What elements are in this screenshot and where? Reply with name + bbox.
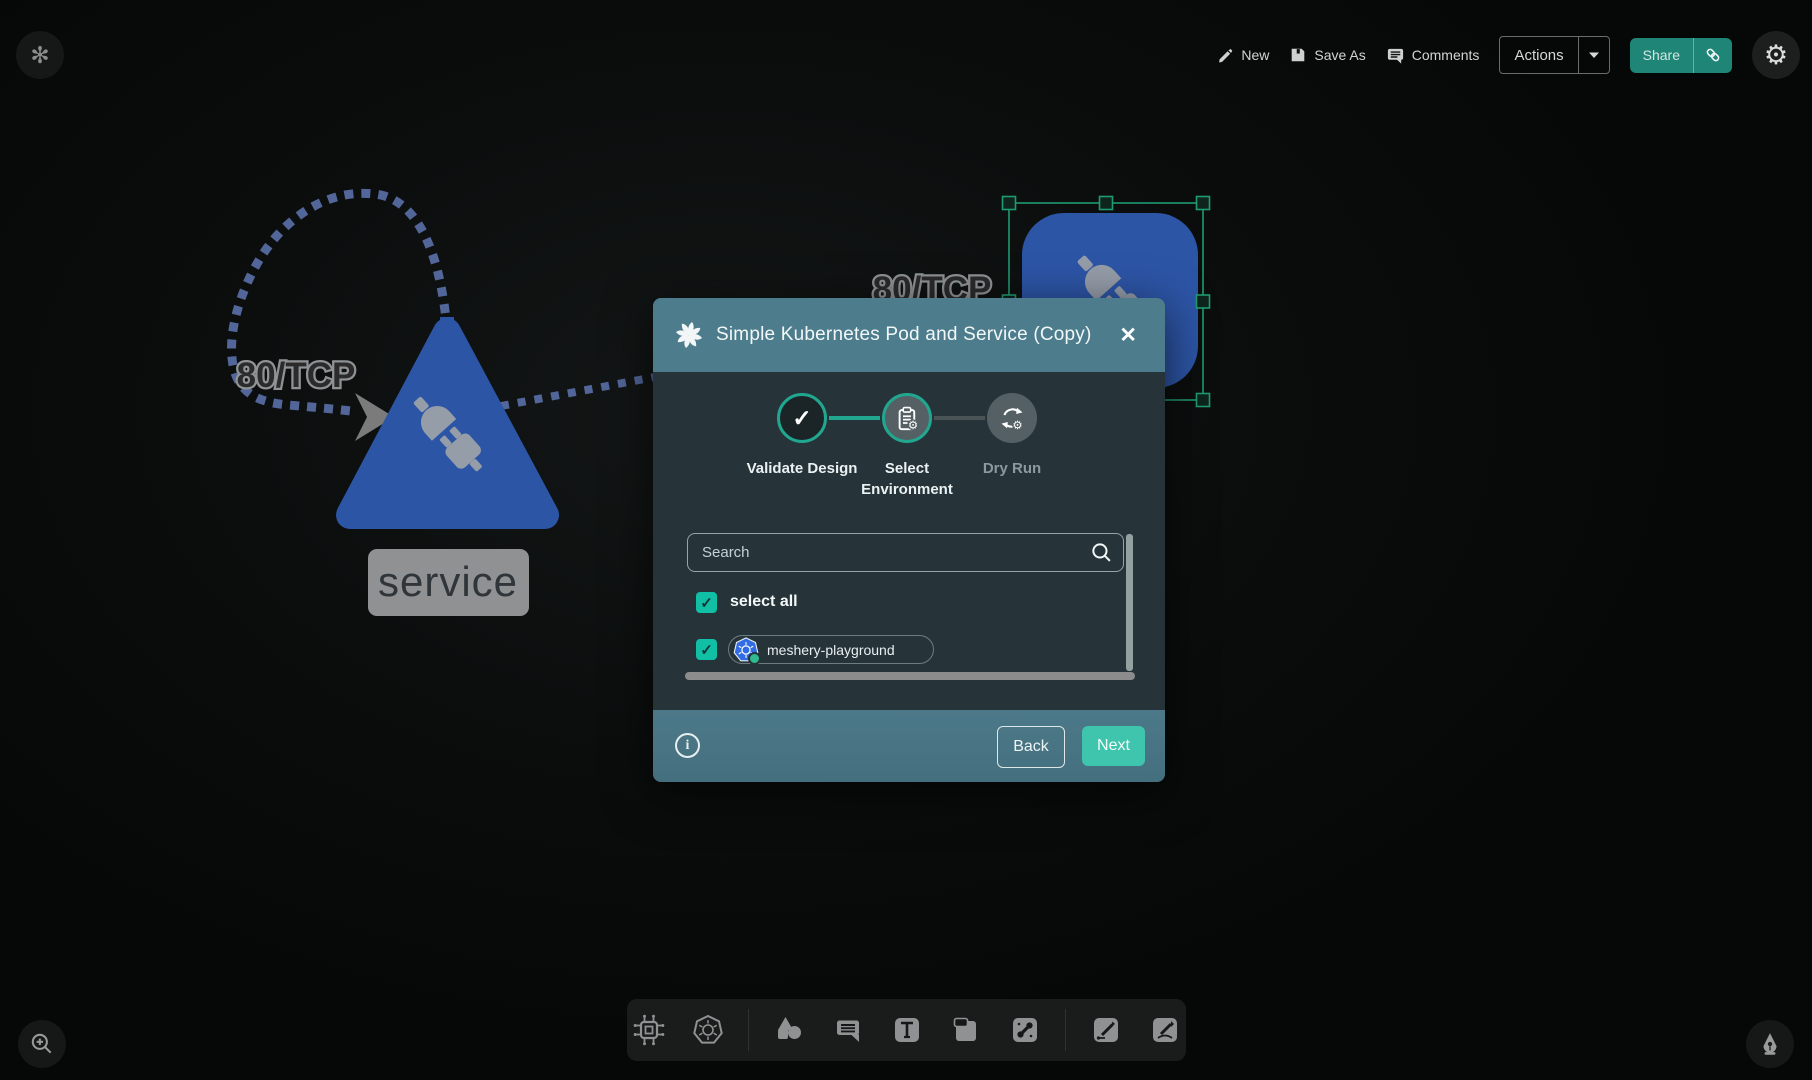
toolbar-divider (748, 1009, 749, 1051)
search-field (687, 533, 1124, 572)
modal-footer: i Back Next (653, 710, 1165, 782)
app-logo-button[interactable]: ✻ (16, 31, 64, 79)
environment-checkbox[interactable]: ✓ (696, 639, 717, 660)
step-connector-active (829, 416, 880, 420)
connected-status-dot (748, 652, 761, 665)
actions-label: Actions (1500, 37, 1577, 73)
select-all-checkbox[interactable]: ✓ (696, 592, 717, 613)
comment-icon (831, 1013, 865, 1047)
next-button[interactable]: Next (1082, 726, 1145, 766)
text-tool[interactable] (888, 1011, 926, 1049)
kubernetes-tool[interactable] (689, 1011, 727, 1049)
select-all-label: select all (730, 593, 798, 611)
comments-button[interactable]: Comments (1386, 46, 1480, 65)
checkmark-icon: ✓ (700, 641, 713, 659)
step-label-environment: Select Environment (847, 458, 967, 500)
canvas-toolbar (627, 999, 1186, 1061)
freehand-draw-tool[interactable] (1146, 1011, 1184, 1049)
meshery-logo-icon (675, 321, 703, 349)
step-validate-design[interactable]: ✓ (777, 393, 827, 443)
component-chip-tool[interactable] (630, 1011, 668, 1049)
environment-name: meshery-playground (767, 642, 895, 658)
dotted-connector-icon (1008, 1013, 1042, 1047)
gear-icon: ⚙ (1764, 40, 1788, 71)
chip-icon (632, 1013, 666, 1047)
pencil-icon (1217, 47, 1234, 64)
environment-chip[interactable]: meshery-playground (728, 635, 934, 664)
pen-line-icon (1089, 1013, 1123, 1047)
search-icon[interactable] (1090, 541, 1113, 564)
annotate-pen-tool[interactable] (1087, 1011, 1125, 1049)
shapes-icon (772, 1013, 806, 1047)
checkmark-icon: ✓ (700, 594, 713, 612)
comment-icon (1386, 46, 1405, 65)
save-icon (1289, 46, 1307, 64)
text-icon (890, 1013, 924, 1047)
checkmark-icon: ✓ (792, 405, 811, 432)
chevron-down-icon[interactable] (1578, 37, 1609, 73)
step-dry-run[interactable]: ⚙ (987, 393, 1037, 443)
service-node-label: service (368, 549, 529, 616)
step-select-environment[interactable]: ⚙ (882, 393, 932, 443)
horizontal-scrollbar[interactable] (685, 672, 1135, 680)
vertical-scrollbar[interactable] (1126, 534, 1133, 671)
info-icon[interactable]: i (675, 733, 700, 758)
zoom-in-icon (29, 1031, 55, 1057)
new-button[interactable]: New (1217, 47, 1269, 64)
pen-nib-icon (1757, 1031, 1783, 1057)
toolbar-divider (1065, 1009, 1066, 1051)
svg-text:⚙: ⚙ (1012, 419, 1022, 432)
connector-tool[interactable] (1006, 1011, 1044, 1049)
kubernetes-icon (691, 1013, 725, 1047)
modal-title: Simple Kubernetes Pod and Service (Copy) (716, 324, 1113, 346)
modal-header: Simple Kubernetes Pod and Service (Copy)… (653, 298, 1165, 372)
media-icon (949, 1013, 983, 1047)
back-button[interactable]: Back (997, 726, 1065, 768)
comments-label: Comments (1412, 47, 1480, 63)
top-toolbar: New Save As Comments Actions Share (1217, 30, 1800, 80)
actions-dropdown[interactable]: Actions (1499, 36, 1609, 74)
shapes-tool[interactable] (770, 1011, 808, 1049)
close-icon[interactable]: ✕ (1113, 319, 1143, 352)
history-gear-icon: ⚙ (998, 404, 1026, 432)
share-label: Share (1630, 38, 1693, 73)
zoom-in-button[interactable] (18, 1020, 66, 1068)
share-button[interactable]: Share (1630, 38, 1732, 73)
environment-search-input[interactable] (687, 533, 1124, 572)
save-as-button[interactable]: Save As (1289, 46, 1365, 64)
media-tool[interactable] (947, 1011, 985, 1049)
svg-text:⚙: ⚙ (907, 419, 917, 431)
comment-tool[interactable] (829, 1011, 867, 1049)
clipboard-gear-icon: ⚙ (894, 405, 921, 432)
edge-label-left: 80/TCP (237, 356, 356, 395)
step-label-validate: Validate Design (742, 458, 862, 479)
settings-button[interactable]: ⚙ (1752, 31, 1800, 79)
svg-text:service: service (378, 558, 518, 605)
pen-mode-button[interactable] (1746, 1020, 1794, 1068)
flower-logo-icon: ✻ (30, 42, 49, 69)
save-as-label: Save As (1314, 47, 1365, 63)
link-icon[interactable] (1693, 38, 1732, 73)
pencil-curve-icon (1148, 1013, 1182, 1047)
new-label: New (1241, 47, 1269, 63)
step-connector-pending (934, 416, 985, 420)
step-label-dry-run: Dry Run (952, 458, 1072, 479)
deploy-modal: Simple Kubernetes Pod and Service (Copy)… (653, 298, 1165, 782)
